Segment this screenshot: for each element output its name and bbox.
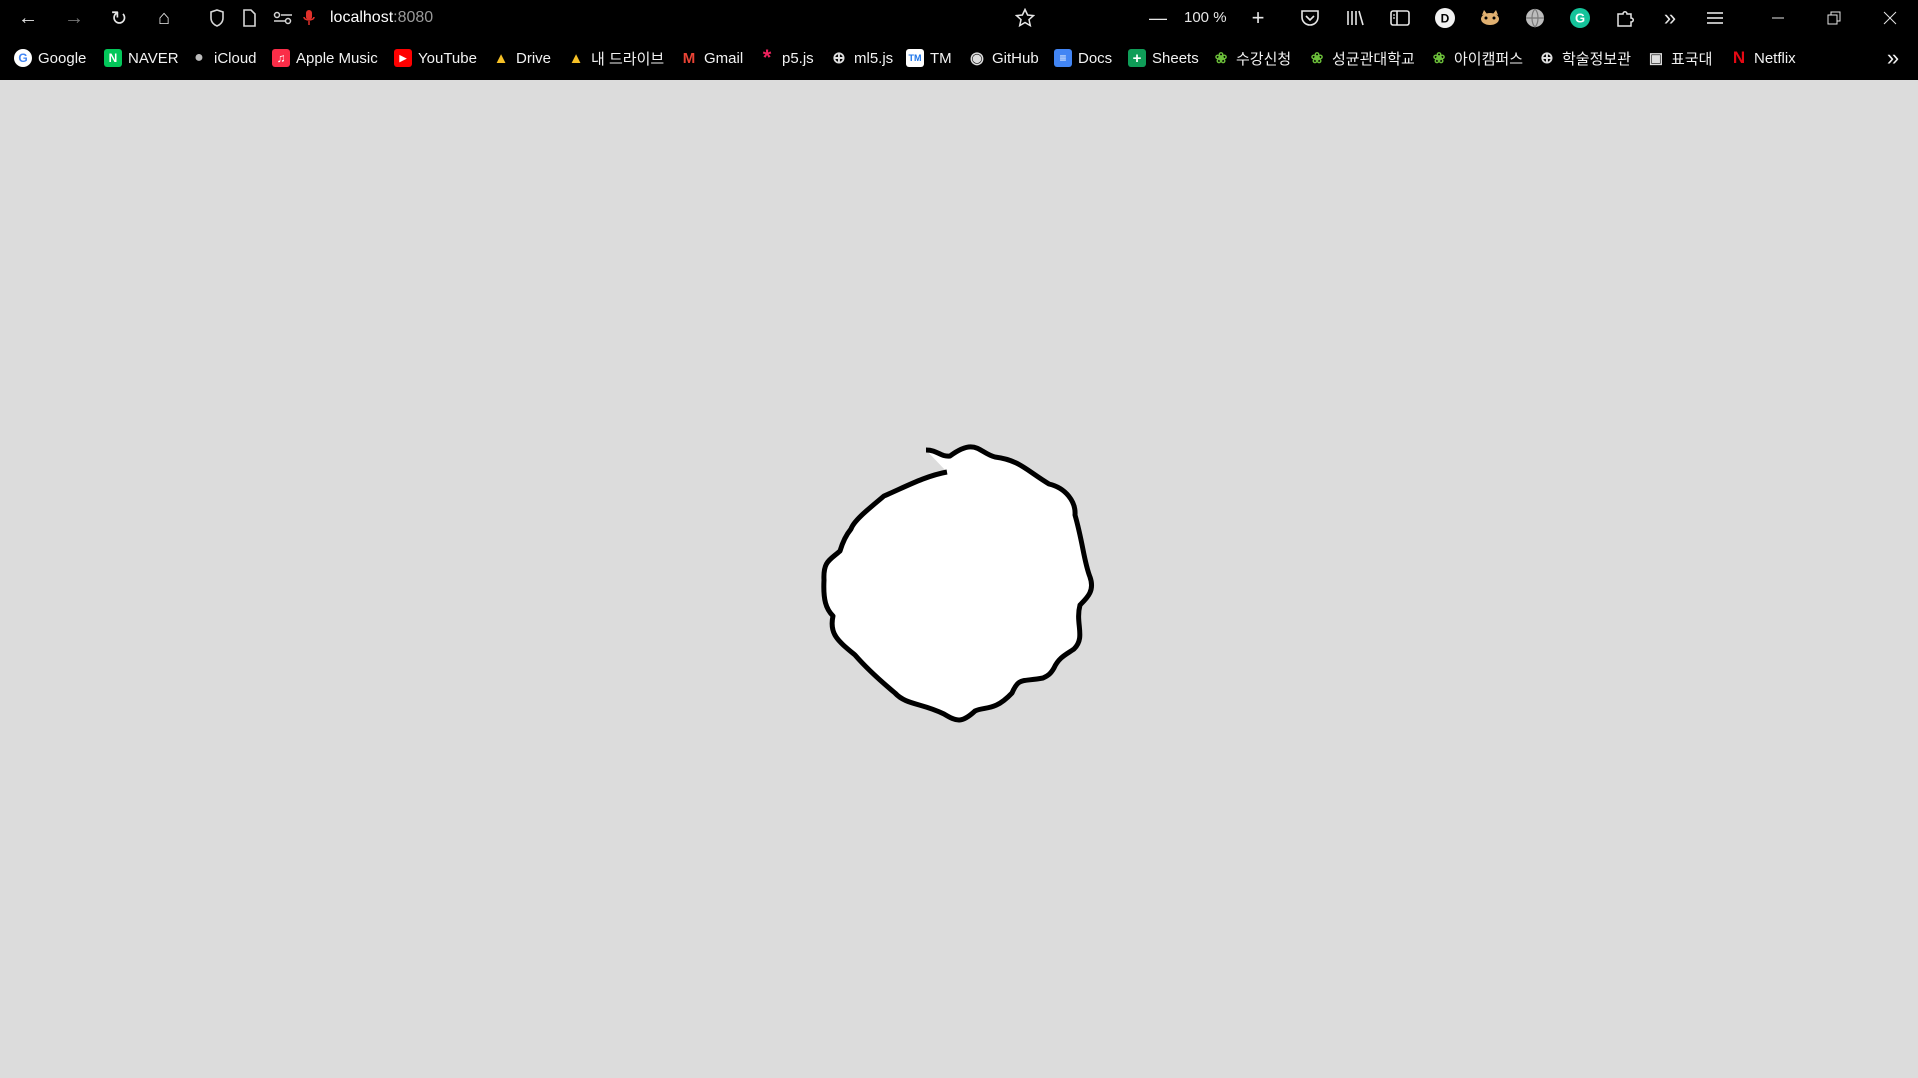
p5js-icon: *	[762, 45, 772, 70]
bookmark-drive[interactable]: ▲ Drive	[492, 44, 551, 72]
bookmark-label: Drive	[516, 49, 552, 67]
bookmark-icampus[interactable]: ❀ 아이캠퍼스	[1430, 44, 1523, 72]
google-icon: G	[14, 49, 32, 67]
globe-extension-icon[interactable]	[1520, 4, 1550, 32]
library-icon[interactable]	[1340, 4, 1370, 32]
bookmark-dictionary[interactable]: ▣ 표국대	[1647, 44, 1713, 72]
netflix-icon: N	[1732, 48, 1746, 67]
home-icon[interactable]: ⌂	[148, 4, 180, 32]
bookmark-label: YouTube	[418, 49, 477, 67]
permissions-icon[interactable]	[272, 4, 294, 32]
bookmark-naver[interactable]: N NAVER	[104, 44, 179, 72]
close-icon[interactable]	[1862, 0, 1918, 36]
bookmark-library[interactable]: ⊕ 학술정보관	[1538, 44, 1631, 72]
bookmark-course-registration[interactable]: ❀ 수강신청	[1212, 44, 1292, 72]
page-icon[interactable]	[238, 4, 260, 32]
bookmark-my-drive[interactable]: ▲ 내 드라이브	[567, 44, 665, 72]
bookmark-label: ml5.js	[854, 49, 894, 67]
bookmark-label: GitHub	[992, 49, 1039, 67]
shield-icon[interactable]	[206, 4, 228, 32]
bookmark-github[interactable]: ◉ GitHub	[968, 44, 1039, 72]
url-host: localhost	[330, 9, 394, 26]
bookmark-label: Netflix	[1754, 49, 1796, 67]
svg-text:D: D	[1441, 12, 1450, 26]
bookmark-youtube[interactable]: ▶ YouTube	[394, 44, 477, 72]
bookmark-label: Docs	[1078, 49, 1113, 67]
bookmark-label: 표국대	[1671, 50, 1713, 68]
bookmark-label: Google	[38, 49, 87, 67]
bookmark-tm[interactable]: TM TM	[906, 44, 952, 72]
bookmark-docs[interactable]: ≡ Docs	[1054, 44, 1112, 72]
bookmark-label: Sheets	[1152, 49, 1199, 67]
extensions-puzzle-icon[interactable]	[1610, 4, 1640, 32]
bookmark-icloud[interactable]: ● iCloud	[190, 44, 257, 72]
tm-icon: TM	[906, 49, 924, 67]
bookmark-star-icon[interactable]	[1012, 4, 1038, 32]
wobbly-circle-shape	[821, 444, 1095, 723]
docs-icon: ≡	[1054, 49, 1072, 67]
extension-cat-icon[interactable]	[1475, 4, 1505, 32]
zoom-out-icon[interactable]: —	[1143, 4, 1173, 32]
youtube-icon: ▶	[394, 49, 412, 67]
bookmark-label: 내 드라이브	[591, 50, 665, 68]
dict-icon: ▣	[1648, 50, 1664, 67]
apple-icon: ●	[194, 49, 204, 66]
bookmark-label: Apple Music	[296, 49, 378, 67]
arrow-left-icon[interactable]: ←	[12, 4, 44, 32]
github-icon: ◉	[970, 50, 984, 67]
svg-text:G: G	[1575, 11, 1585, 26]
bookmark-label: 수강신청	[1236, 50, 1292, 68]
url-port: :8080	[393, 9, 434, 26]
skku-icon: ❀	[1214, 50, 1228, 67]
bookmark-sheets[interactable]: + Sheets	[1128, 44, 1199, 72]
bookmark-label: NAVER	[128, 49, 179, 67]
globe-icon: ⊕	[1540, 50, 1554, 67]
bookmark-label: TM	[930, 49, 952, 67]
bookmark-label: 아이캠퍼스	[1454, 50, 1524, 68]
minimize-icon[interactable]	[1750, 0, 1806, 36]
sheets-icon: +	[1128, 49, 1146, 67]
bookmarks-bar: G Google N NAVER ● iCloud ♫ Apple Music ▶ You…	[0, 36, 1918, 81]
zoom-level[interactable]: 100 %	[1178, 2, 1233, 32]
globe-icon: ⊕	[832, 50, 846, 67]
bookmark-ml5js[interactable]: ⊕ ml5.js	[830, 44, 893, 72]
reload-icon[interactable]: ↻	[103, 4, 135, 32]
url-text[interactable]: localhost:8080	[330, 4, 433, 32]
bookmark-label: 성균관대학교	[1332, 50, 1415, 68]
overflow-chevron-icon[interactable]: »	[1655, 4, 1685, 32]
naver-icon: N	[104, 49, 122, 67]
pocket-icon[interactable]	[1295, 4, 1325, 32]
restore-icon[interactable]	[1806, 0, 1862, 36]
bookmark-apple-music[interactable]: ♫ Apple Music	[272, 44, 378, 72]
account-d-icon[interactable]: D	[1430, 4, 1460, 32]
url-bar[interactable]: localhost:8080	[194, 2, 1046, 34]
music-icon: ♫	[272, 49, 290, 67]
browser-toolbar: ← → ↻ ⌂ localhost:8080 — 100 % + D G »	[0, 0, 1918, 36]
bookmark-label: iCloud	[214, 49, 257, 67]
skku-icon: ❀	[1432, 50, 1446, 67]
bookmark-p5js[interactable]: * p5.js	[758, 44, 814, 72]
bookmark-label: 학술정보관	[1562, 50, 1632, 68]
grammarly-icon[interactable]: G	[1565, 4, 1595, 32]
bookmark-label: Gmail	[704, 49, 744, 67]
zoom-in-icon[interactable]: +	[1243, 4, 1273, 32]
arrow-right-icon[interactable]: →	[58, 4, 90, 32]
bookmarks-overflow-chevron-icon[interactable]: »	[1878, 44, 1908, 72]
bookmark-netflix[interactable]: N Netflix	[1730, 44, 1796, 72]
gmail-icon: M	[682, 49, 696, 67]
bookmark-gmail[interactable]: M Gmail	[680, 44, 743, 72]
microphone-icon[interactable]	[298, 4, 320, 32]
skku-icon: ❀	[1310, 50, 1324, 67]
drive-icon: ▲	[493, 49, 509, 67]
drive-icon: ▲	[568, 49, 584, 67]
sidebar-icon[interactable]	[1385, 4, 1415, 32]
bookmark-google[interactable]: G Google	[14, 44, 86, 72]
bookmark-label: p5.js	[782, 49, 814, 67]
bookmark-skku[interactable]: ❀ 성균관대학교	[1308, 44, 1415, 72]
hamburger-menu-icon[interactable]	[1700, 4, 1730, 32]
